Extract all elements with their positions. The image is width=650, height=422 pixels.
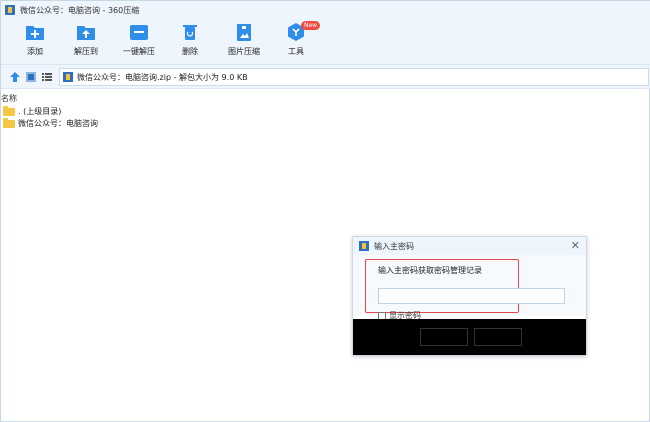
delete-icon	[183, 25, 197, 40]
address-bar: 微信公众号：电脑咨询.zip - 解包大小为 9.0 KB	[1, 65, 650, 89]
dialog-title-bar: 输入主密码 ✕	[353, 237, 586, 255]
app-logo-icon	[5, 5, 15, 15]
path-text: 微信公众号：电脑咨询.zip - 解包大小为 9.0 KB	[77, 72, 248, 82]
tools-button[interactable]: New 工具	[272, 21, 321, 64]
folder-icon	[3, 105, 15, 116]
dialog-prompt: 输入主密码获取密码管理记录	[378, 266, 482, 275]
one-click-extract-label: 一键解压	[123, 47, 155, 56]
zip-archive-icon	[63, 72, 73, 82]
new-badge: New	[301, 21, 321, 30]
tools-label: 工具	[288, 47, 304, 56]
app-logo-icon	[359, 241, 369, 251]
extract-to-icon	[77, 26, 95, 40]
image-compress-button[interactable]: 图片压缩	[220, 22, 268, 64]
list-view-icon[interactable]	[41, 71, 53, 83]
dialog-footer	[353, 319, 586, 355]
image-compress-icon	[237, 24, 251, 41]
ok-button[interactable]	[420, 328, 468, 346]
list-item[interactable]: 微信公众号：电脑咨询	[3, 117, 98, 129]
list-item[interactable]: . (上级目录)	[3, 105, 62, 117]
extract-to-label: 解压到	[74, 47, 98, 56]
column-header-name[interactable]: 名称	[1, 93, 17, 104]
close-icon[interactable]: ✕	[571, 239, 580, 252]
app-window: 微信公众号：电脑咨询 - 360压缩 添加 解压到 一键解压 删除 图片压缩 N…	[0, 0, 650, 422]
window-title: 微信公众号：电脑咨询 - 360压缩	[20, 5, 140, 15]
dialog-title: 输入主密码	[374, 241, 414, 251]
add-icon	[26, 26, 44, 40]
cancel-button[interactable]	[474, 328, 522, 346]
one-click-extract-icon	[130, 25, 148, 40]
file-name: . (上级目录)	[18, 107, 62, 116]
extract-to-button[interactable]: 解压到	[62, 22, 110, 64]
folder-icon	[3, 117, 15, 128]
master-password-dialog: 输入主密码 ✕ 输入主密码获取密码管理记录 显示密码	[352, 236, 587, 356]
title-bar: 微信公众号：电脑咨询 - 360压缩	[1, 1, 650, 19]
password-input[interactable]	[378, 288, 565, 304]
add-label: 添加	[27, 47, 43, 56]
path-field[interactable]: 微信公众号：电脑咨询.zip - 解包大小为 9.0 KB	[59, 68, 649, 86]
delete-label: 删除	[182, 47, 198, 56]
image-compress-label: 图片压缩	[228, 47, 260, 56]
up-arrow-icon[interactable]	[9, 71, 21, 83]
toolbar: 添加 解压到 一键解压 删除 图片压缩 New 工具	[1, 19, 650, 65]
dialog-body: 输入主密码获取密码管理记录	[353, 255, 586, 315]
add-button[interactable]: 添加	[11, 22, 59, 64]
thumbnail-view-icon[interactable]	[25, 71, 37, 83]
one-click-extract-button[interactable]: 一键解压	[115, 22, 163, 64]
delete-button[interactable]: 删除	[166, 22, 214, 64]
file-name: 微信公众号：电脑咨询	[18, 119, 98, 128]
